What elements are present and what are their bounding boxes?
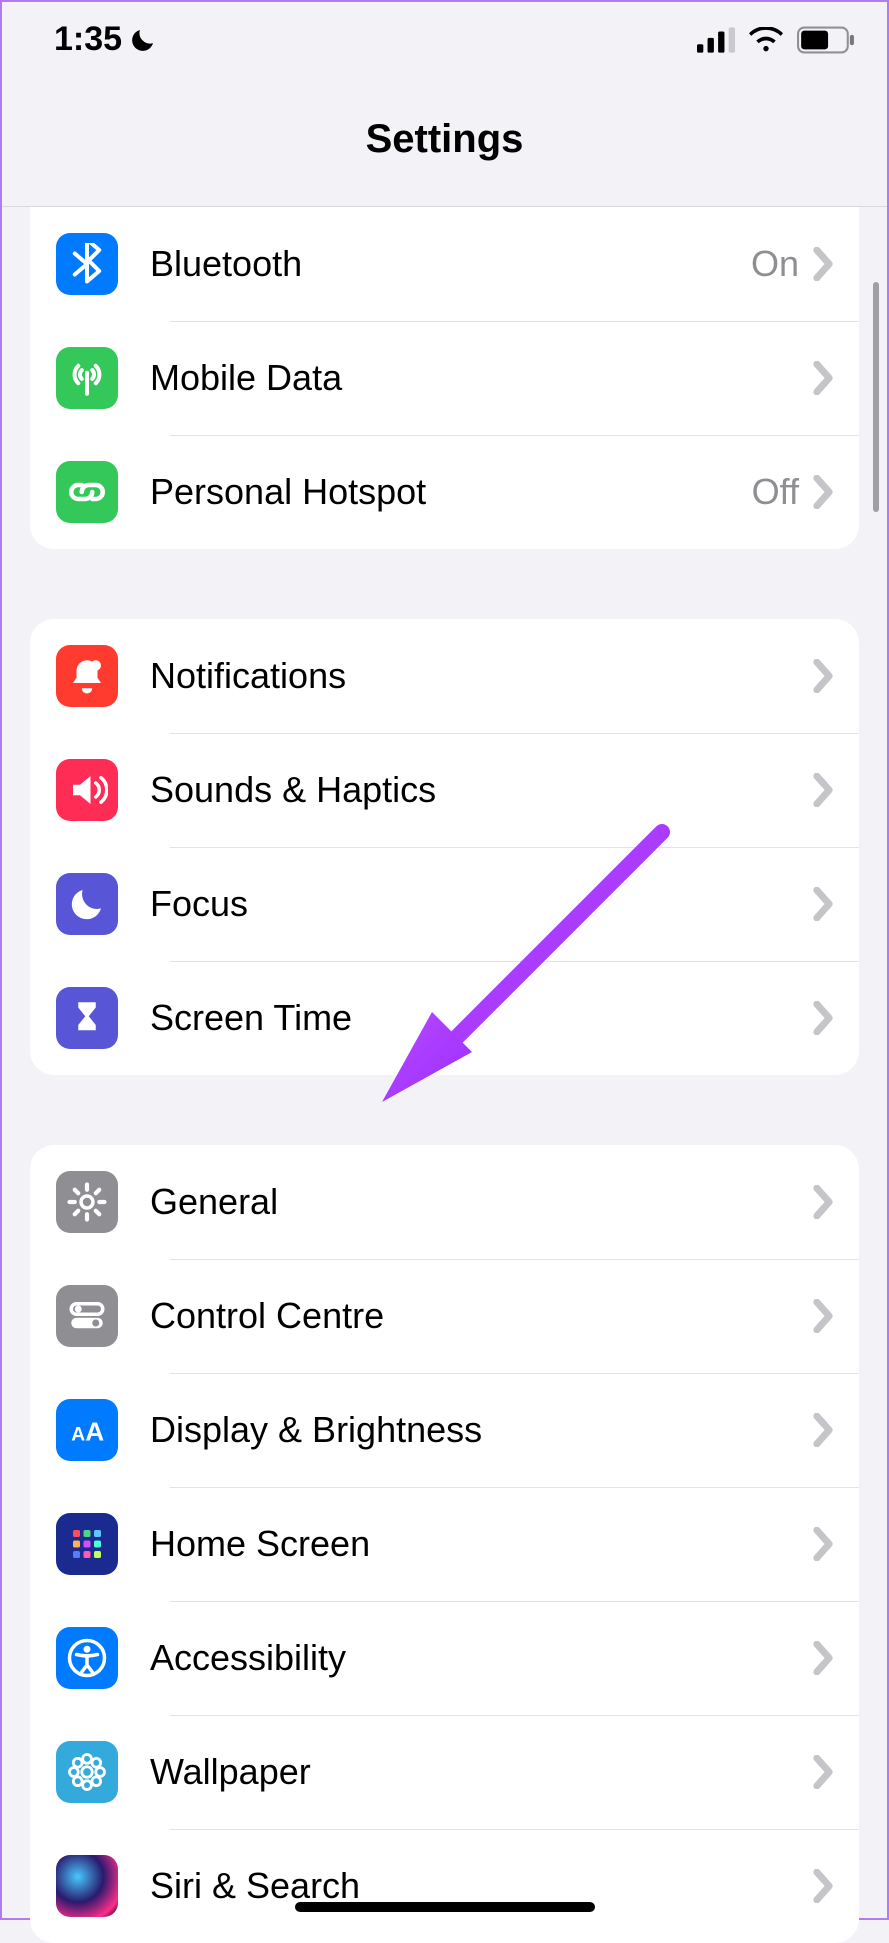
chevron-right-icon bbox=[813, 659, 833, 693]
row-screen-time[interactable]: Screen Time bbox=[30, 961, 859, 1075]
switches-icon bbox=[56, 1285, 118, 1347]
group-alerts: Notifications Sounds & Haptics Focus Scr… bbox=[30, 619, 859, 1075]
row-label: Wallpaper bbox=[150, 1751, 813, 1793]
row-accessibility[interactable]: Accessibility bbox=[30, 1601, 859, 1715]
gear-icon bbox=[56, 1171, 118, 1233]
chevron-right-icon bbox=[813, 361, 833, 395]
wifi-icon bbox=[749, 27, 783, 53]
row-label: Siri & Search bbox=[150, 1865, 813, 1907]
row-label: Sounds & Haptics bbox=[150, 769, 813, 811]
antenna-icon bbox=[56, 347, 118, 409]
page-title: Settings bbox=[2, 77, 887, 207]
row-label: Bluetooth bbox=[150, 243, 751, 285]
svg-text:A: A bbox=[85, 1417, 104, 1447]
row-label: General bbox=[150, 1181, 813, 1223]
group-system: General Control Centre AA Display & Brig… bbox=[30, 1145, 859, 1943]
chevron-right-icon bbox=[813, 475, 833, 509]
bell-icon bbox=[56, 645, 118, 707]
moon-icon bbox=[56, 873, 118, 935]
chevron-right-icon bbox=[813, 1641, 833, 1675]
clock-text: 1:35 bbox=[54, 20, 122, 59]
row-personal-hotspot[interactable]: Personal Hotspot Off bbox=[30, 435, 859, 549]
chevron-right-icon bbox=[813, 1001, 833, 1035]
row-label: Display & Brightness bbox=[150, 1409, 813, 1451]
chevron-right-icon bbox=[813, 887, 833, 921]
chevron-right-icon bbox=[813, 1527, 833, 1561]
row-label: Control Centre bbox=[150, 1295, 813, 1337]
row-general[interactable]: General bbox=[30, 1145, 859, 1259]
chevron-right-icon bbox=[813, 773, 833, 807]
flower-icon bbox=[56, 1741, 118, 1803]
row-label: Personal Hotspot bbox=[150, 471, 752, 513]
row-siri-search[interactable]: Siri & Search bbox=[30, 1829, 859, 1943]
row-home-screen[interactable]: Home Screen bbox=[30, 1487, 859, 1601]
status-time: 1:35 bbox=[54, 20, 158, 59]
scrollbar[interactable] bbox=[873, 282, 879, 512]
chevron-right-icon bbox=[813, 1869, 833, 1903]
chevron-right-icon bbox=[813, 1299, 833, 1333]
moon-icon bbox=[128, 25, 158, 55]
group-connectivity: Bluetooth On Mobile Data Personal Hotspo… bbox=[30, 207, 859, 549]
bluetooth-icon bbox=[56, 233, 118, 295]
chevron-right-icon bbox=[813, 1413, 833, 1447]
row-wallpaper[interactable]: Wallpaper bbox=[30, 1715, 859, 1829]
row-label: Home Screen bbox=[150, 1523, 813, 1565]
row-label: Accessibility bbox=[150, 1637, 813, 1679]
app-grid-icon bbox=[56, 1513, 118, 1575]
accessibility-icon bbox=[56, 1627, 118, 1689]
svg-text:A: A bbox=[71, 1425, 85, 1446]
row-sounds-haptics[interactable]: Sounds & Haptics bbox=[30, 733, 859, 847]
row-mobile-data[interactable]: Mobile Data bbox=[30, 321, 859, 435]
cellular-icon bbox=[697, 27, 735, 53]
text-size-icon: AA bbox=[56, 1399, 118, 1461]
row-display-brightness[interactable]: AA Display & Brightness bbox=[30, 1373, 859, 1487]
row-value: Off bbox=[752, 471, 799, 513]
hourglass-icon bbox=[56, 987, 118, 1049]
settings-list: Bluetooth On Mobile Data Personal Hotspo… bbox=[2, 207, 887, 1943]
speaker-icon bbox=[56, 759, 118, 821]
siri-icon bbox=[56, 1855, 118, 1917]
row-label: Notifications bbox=[150, 655, 813, 697]
row-notifications[interactable]: Notifications bbox=[30, 619, 859, 733]
row-value: On bbox=[751, 243, 799, 285]
row-label: Mobile Data bbox=[150, 357, 813, 399]
status-bar: 1:35 bbox=[2, 2, 887, 77]
row-bluetooth[interactable]: Bluetooth On bbox=[30, 207, 859, 321]
chevron-right-icon bbox=[813, 1755, 833, 1789]
row-control-centre[interactable]: Control Centre bbox=[30, 1259, 859, 1373]
home-indicator bbox=[295, 1902, 595, 1912]
row-label: Screen Time bbox=[150, 997, 813, 1039]
battery-icon bbox=[797, 26, 855, 54]
row-label: Focus bbox=[150, 883, 813, 925]
chevron-right-icon bbox=[813, 247, 833, 281]
row-focus[interactable]: Focus bbox=[30, 847, 859, 961]
link-icon bbox=[56, 461, 118, 523]
chevron-right-icon bbox=[813, 1185, 833, 1219]
